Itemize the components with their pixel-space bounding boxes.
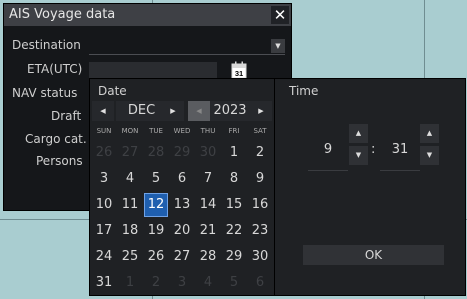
hour-down-button[interactable]: ▼ [349, 146, 368, 165]
window-titlebar: AIS Voyage data ✕ [4, 4, 291, 26]
calendar-day[interactable]: 19 [144, 219, 168, 243]
destination-select[interactable]: ▼ [89, 39, 285, 55]
weekday-header: MON [121, 127, 139, 135]
prev-year-button[interactable]: ◀ [188, 101, 210, 121]
minute-up-button[interactable]: ▲ [420, 124, 439, 143]
calendar-day[interactable]: 30 [248, 245, 272, 269]
prev-month-button[interactable]: ◀ [92, 101, 114, 121]
draft-label: Draft [51, 109, 82, 123]
close-button[interactable]: ✕ [271, 6, 289, 24]
month-value: DEC [116, 101, 167, 121]
calendar-day[interactable]: 9 [248, 167, 272, 191]
weekday-header: WED [173, 127, 191, 135]
calendar-day[interactable]: 13 [170, 193, 194, 217]
calendar-day[interactable]: 22 [222, 219, 246, 243]
calendar-day[interactable]: 31 [92, 271, 116, 295]
calendar-day[interactable]: 3 [92, 167, 116, 191]
eta-label: ETA(UTC) [27, 62, 83, 76]
calendar-day-other-month[interactable]: 29 [170, 141, 194, 165]
weekday-header: TUE [149, 127, 163, 135]
calendar-icon: 31 [231, 61, 247, 79]
calendar-day-other-month[interactable]: 1 [118, 271, 142, 295]
calendar-day-other-month[interactable]: 27 [118, 141, 142, 165]
calendar-day-other-month[interactable]: 2 [144, 271, 168, 295]
calendar-day[interactable]: 28 [196, 245, 220, 269]
calendar-day-other-month[interactable]: 28 [144, 141, 168, 165]
calendar-day-other-month[interactable]: 3 [170, 271, 194, 295]
calendar-day[interactable]: 7 [196, 167, 220, 191]
time-title: Time [289, 84, 319, 98]
calendar-day[interactable]: 14 [196, 193, 220, 217]
calendar-day[interactable]: 15 [222, 193, 246, 217]
calendar-day[interactable]: 27 [170, 245, 194, 269]
eta-field[interactable] [89, 62, 217, 78]
nav-status-label: NAV status [12, 86, 78, 100]
date-picker-panel: Date ◀ DEC ▶ ◀ 2023 ▶ SUN MON TUE WED THU FRI… [89, 78, 275, 296]
next-month-button[interactable]: ▶ [162, 101, 184, 121]
calendar-day[interactable]: 25 [118, 245, 142, 269]
weekday-header: SAT [253, 127, 267, 135]
persons-label: Persons [36, 154, 83, 168]
hour-value[interactable]: 9 [308, 130, 348, 171]
calendar-day[interactable]: 17 [92, 219, 116, 243]
time-picker-panel: Time 9 ▲ ▼ : 31 ▲ ▼ OK [274, 78, 466, 296]
next-year-button[interactable]: ▶ [250, 101, 272, 121]
calendar-day[interactable]: 4 [118, 167, 142, 191]
destination-label: Destination [12, 38, 81, 52]
calendar-day[interactable]: 26 [144, 245, 168, 269]
cargo-category-label: Cargo cat. [25, 132, 87, 146]
time-separator: : [371, 142, 376, 157]
calendar-icon-day: 31 [235, 69, 243, 78]
calendar-day-other-month[interactable]: 4 [196, 271, 220, 295]
date-title: Date [98, 84, 127, 98]
year-value: 2023 [210, 101, 250, 121]
minute-down-button[interactable]: ▼ [420, 146, 439, 165]
calendar-day[interactable]: 29 [222, 245, 246, 269]
calendar-button[interactable]: 31 [229, 60, 249, 80]
calendar-day-other-month[interactable]: 26 [92, 141, 116, 165]
weekday-header: FRI [228, 127, 240, 135]
calendar-day-selected[interactable]: 12 [144, 193, 168, 217]
calendar-day[interactable]: 21 [196, 219, 220, 243]
chevron-down-icon[interactable]: ▼ [271, 39, 285, 53]
weekday-header: THU [200, 127, 216, 135]
minute-value[interactable]: 31 [380, 130, 420, 171]
calendar-day-other-month[interactable]: 5 [222, 271, 246, 295]
calendar-day[interactable]: 5 [144, 167, 168, 191]
weekday-header: SUN [96, 127, 112, 135]
calendar-day[interactable]: 20 [170, 219, 194, 243]
ok-button[interactable]: OK [303, 245, 444, 265]
calendar-day[interactable]: 8 [222, 167, 246, 191]
calendar-day-other-month[interactable]: 30 [196, 141, 220, 165]
calendar-day[interactable]: 2 [248, 141, 272, 165]
calendar-day[interactable]: 24 [92, 245, 116, 269]
calendar-day[interactable]: 18 [118, 219, 142, 243]
calendar-day[interactable]: 1 [222, 141, 246, 165]
calendar-day[interactable]: 6 [170, 167, 194, 191]
calendar-day[interactable]: 16 [248, 193, 272, 217]
calendar-day[interactable]: 11 [118, 193, 142, 217]
hour-up-button[interactable]: ▲ [349, 124, 368, 143]
window-title: AIS Voyage data [9, 7, 116, 22]
calendar-day-other-month[interactable]: 6 [248, 271, 272, 295]
calendar-day[interactable]: 23 [248, 219, 272, 243]
calendar-day[interactable]: 10 [92, 193, 116, 217]
